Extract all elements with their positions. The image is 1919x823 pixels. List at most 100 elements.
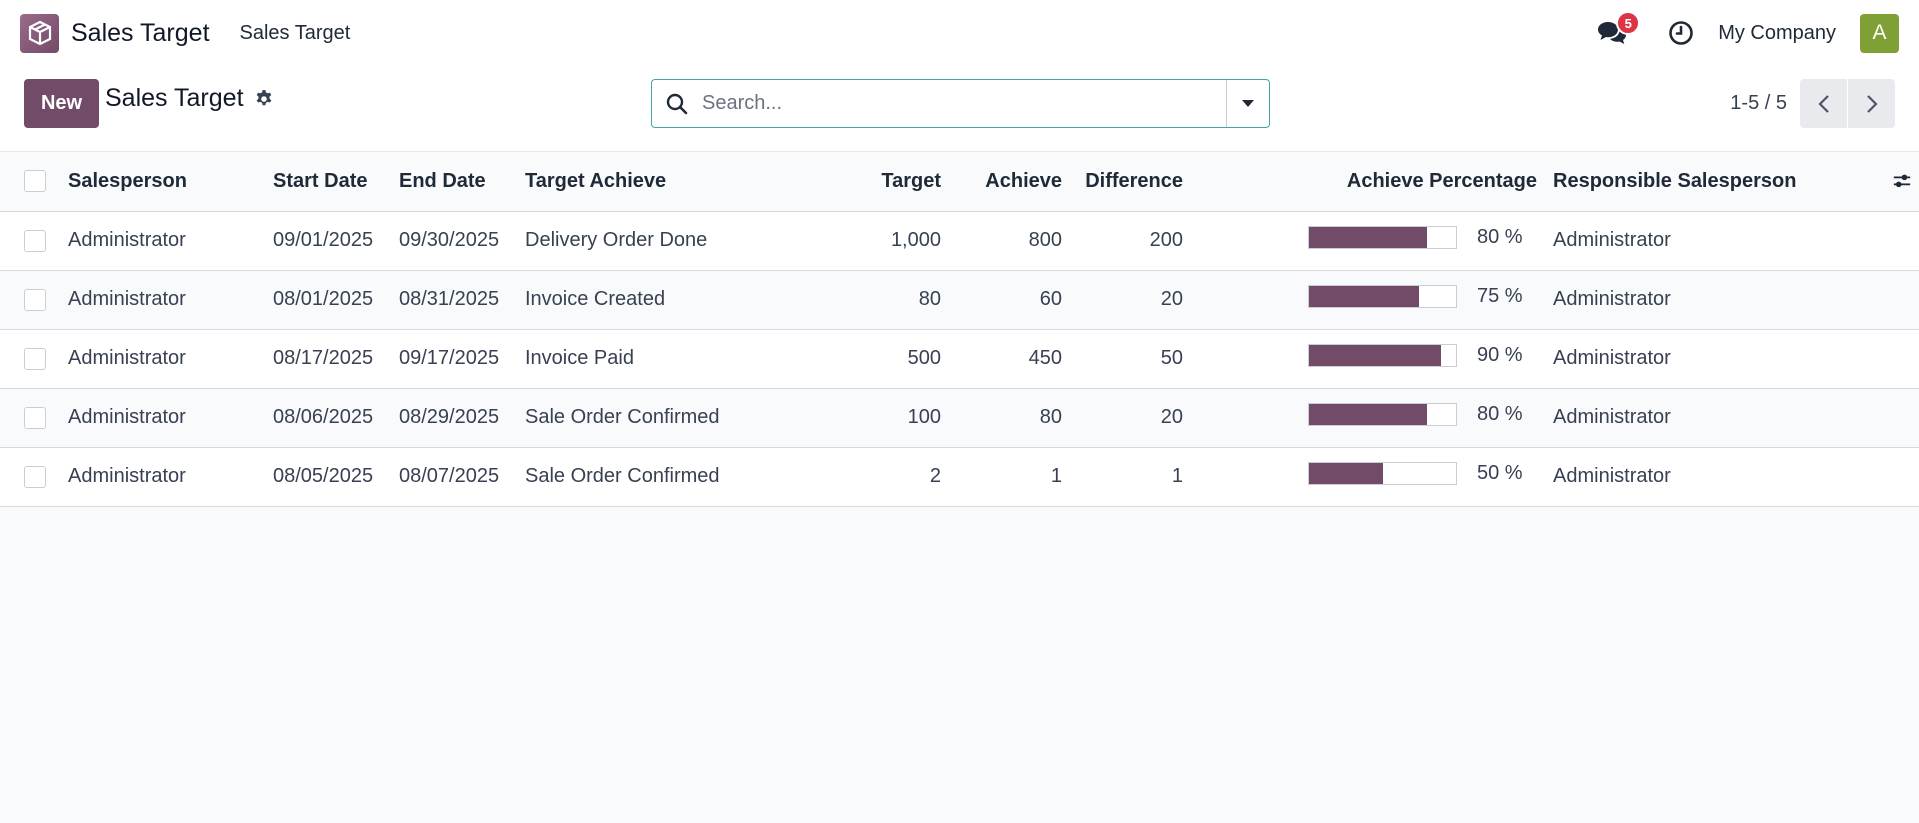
new-button[interactable]: New [24,79,99,128]
table-row[interactable]: Administrator 09/01/2025 09/30/2025 Deliver… [0,211,1919,271]
cell-target[interactable]: 80 [762,270,949,330]
cell-start-date[interactable]: 08/01/2025 [265,270,391,330]
column-header-end-date[interactable]: End Date [391,152,517,212]
row-checkbox[interactable] [24,229,46,252]
cell-end-date[interactable]: 08/07/2025 [391,447,517,507]
gear-icon[interactable] [254,89,274,109]
row-select-cell [0,447,60,507]
progress-wrap: 90 % [1308,344,1527,367]
cell-difference[interactable]: 1 [1070,447,1191,507]
row-checkbox[interactable] [24,406,46,429]
cell-difference[interactable]: 50 [1070,329,1191,389]
cell-start-date[interactable]: 08/17/2025 [265,329,391,389]
column-header-difference[interactable]: Difference [1070,152,1191,212]
cell-target-achieve[interactable]: Sale Order Confirmed [517,388,762,448]
cell-start-date[interactable]: 08/06/2025 [265,388,391,448]
cell-achieve-percentage[interactable]: 50 % [1191,447,1545,507]
progress-bar-fill [1309,286,1420,307]
cell-end-date[interactable]: 08/31/2025 [391,270,517,330]
progress-bar-fill [1309,227,1427,248]
row-checkbox[interactable] [24,347,46,370]
row-checkbox[interactable] [24,465,46,488]
cell-end-date[interactable]: 09/30/2025 [391,211,517,271]
cell-achieve-percentage[interactable]: 80 % [1191,211,1545,271]
cell-achieve[interactable]: 800 [949,211,1070,271]
table-row[interactable]: Administrator 08/01/2025 08/31/2025 Invoice… [0,270,1919,330]
column-header-achieve-percentage[interactable]: Achieve Percentage [1191,152,1545,212]
nav-menu-sales-target[interactable]: Sales Target [240,22,351,45]
cell-target-achieve[interactable]: Invoice Paid [517,329,762,389]
progress-bar-fill [1309,345,1442,366]
row-select-cell [0,329,60,389]
cell-target[interactable]: 100 [762,388,949,448]
column-header-start-date[interactable]: Start Date [265,152,391,212]
progress-percent-label: 50 % [1477,462,1523,484]
pager-previous-button[interactable] [1800,79,1847,128]
app-logo-icon[interactable] [20,13,59,53]
app-name[interactable]: Sales Target [71,19,210,48]
cell-salesperson[interactable]: Administrator [60,329,265,389]
message-count-badge: 5 [1616,11,1641,35]
cell-achieve-percentage[interactable]: 80 % [1191,388,1545,448]
cell-achieve[interactable]: 1 [949,447,1070,507]
cell-end-date[interactable]: 09/17/2025 [391,329,517,389]
cell-salesperson[interactable]: Administrator [60,388,265,448]
progress-wrap: 80 % [1308,226,1527,249]
search-options-toggle[interactable] [1226,80,1269,127]
cell-target[interactable]: 500 [762,329,949,389]
cell-salesperson[interactable]: Administrator [60,211,265,271]
cell-difference[interactable]: 200 [1070,211,1191,271]
activity-button[interactable] [1666,18,1696,48]
chevron-left-icon [1817,94,1829,113]
cell-end-date[interactable]: 08/29/2025 [391,388,517,448]
select-all-checkbox[interactable] [24,170,46,193]
messaging-button[interactable]: 5 [1594,11,1641,51]
cell-responsible-salesperson[interactable]: Administrator [1545,270,1885,330]
cell-target-achieve[interactable]: Sale Order Confirmed [517,447,762,507]
cell-responsible-salesperson[interactable]: Administrator [1545,211,1885,271]
pager-value[interactable]: 1-5 / 5 [1730,92,1787,115]
column-header-salesperson[interactable]: Salesperson [60,152,265,212]
cell-achieve[interactable]: 80 [949,388,1070,448]
cell-responsible-salesperson[interactable]: Administrator [1545,388,1885,448]
cell-start-date[interactable]: 09/01/2025 [265,211,391,271]
cell-target-achieve[interactable]: Invoice Created [517,270,762,330]
cell-salesperson[interactable]: Administrator [60,270,265,330]
cell-achieve[interactable]: 60 [949,270,1070,330]
table-row[interactable]: Administrator 08/06/2025 08/29/2025 Sale Or… [0,388,1919,448]
page-title: Sales Target [105,84,244,112]
cell-target-achieve[interactable]: Delivery Order Done [517,211,762,271]
cell-start-date[interactable]: 08/05/2025 [265,447,391,507]
column-header-achieve[interactable]: Achieve [949,152,1070,212]
cell-target[interactable]: 1,000 [762,211,949,271]
cell-target[interactable]: 2 [762,447,949,507]
column-header-responsible-salesperson[interactable]: Responsible Salesperson [1545,152,1885,212]
table-row[interactable]: Administrator 08/05/2025 08/07/2025 Sale Or… [0,447,1919,507]
cell-achieve[interactable]: 450 [949,329,1070,389]
table-row[interactable]: Administrator 08/17/2025 09/17/2025 Invoice… [0,329,1919,389]
progress-bar-fill [1309,463,1383,484]
row-checkbox[interactable] [24,288,46,311]
optional-columns-toggle[interactable] [1893,171,1911,191]
cell-achieve-percentage[interactable]: 90 % [1191,329,1545,389]
search-bar [651,79,1270,128]
cell-responsible-salesperson[interactable]: Administrator [1545,447,1885,507]
row-select-cell [0,388,60,448]
company-switcher[interactable]: My Company [1718,22,1836,45]
search-input[interactable] [702,80,1226,127]
optional-columns-cell [1885,152,1919,212]
column-header-target[interactable]: Target [762,152,949,212]
column-header-target-achieve[interactable]: Target Achieve [517,152,762,212]
cell-difference[interactable]: 20 [1070,270,1191,330]
cell-difference[interactable]: 20 [1070,388,1191,448]
user-avatar[interactable]: A [1860,13,1899,53]
cell-responsible-salesperson[interactable]: Administrator [1545,329,1885,389]
cell-salesperson[interactable]: Administrator [60,447,265,507]
progress-bar [1308,285,1457,308]
row-select-cell [0,270,60,330]
select-all-cell [0,152,60,212]
row-select-cell [0,211,60,271]
table-header-row: Salesperson Start Date End Date Target A… [0,152,1919,212]
pager-next-button[interactable] [1848,79,1895,128]
cell-achieve-percentage[interactable]: 75 % [1191,270,1545,330]
